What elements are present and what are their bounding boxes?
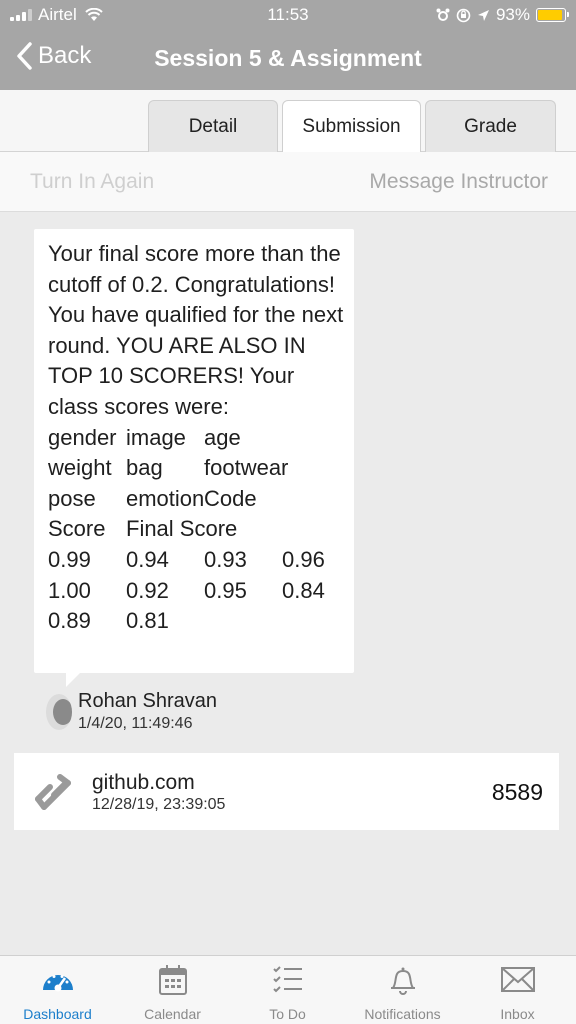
score-cell: 0.95	[204, 577, 247, 603]
avatar[interactable]	[46, 694, 72, 730]
score-cell: 1.00	[48, 577, 91, 603]
score-cell: 0.99	[48, 546, 91, 572]
score-cell: age	[204, 424, 241, 450]
battery-percent: 93%	[495, 5, 530, 24]
inbox-icon	[500, 967, 535, 992]
calendar-icon	[158, 965, 187, 995]
bottom-tab-bar: Dashboard Calendar To Do Notifications I…	[0, 955, 576, 1024]
score-cell	[282, 514, 360, 545]
score-cell	[282, 606, 360, 637]
tab-label: Calendar	[144, 1006, 201, 1022]
score-cell: 0.84	[282, 577, 325, 603]
score-cell: footwear	[204, 455, 289, 481]
score-cell: 0.92	[126, 577, 169, 603]
tab-label: Inbox	[500, 1006, 535, 1022]
score-cell: gender	[48, 424, 117, 450]
score-cell	[282, 423, 360, 454]
todo-icon	[272, 966, 302, 993]
score-cell: 0.89	[48, 608, 91, 634]
score-cell	[282, 484, 360, 515]
score-cell: emotion	[126, 485, 205, 511]
page-title: Session 5 & Assignment	[154, 45, 422, 71]
bell-icon	[390, 967, 415, 995]
score-cell: 0.96	[282, 546, 325, 572]
score-cell: 0.81	[126, 608, 169, 634]
tabs-area: Detail Submission Grade	[0, 90, 576, 153]
tab-dashboard[interactable]: Dashboard	[0, 956, 115, 1024]
score-cell: Code	[204, 485, 257, 511]
score-grid: gender image age weight bag footwear pose emoti…	[48, 423, 354, 637]
link-attachment[interactable]: github.com 12/28/19, 23:39:05 8589	[14, 753, 559, 830]
tab-detail[interactable]: Detail	[148, 100, 278, 152]
score-cell: 0.93	[204, 546, 247, 572]
navigation-bar: Back Session 5 & Assignment	[0, 30, 576, 90]
battery-icon	[536, 8, 569, 22]
message-instructor-button[interactable]: Message Instructor	[369, 170, 548, 194]
score-cell: weight	[48, 455, 112, 481]
tab-inbox[interactable]: Inbox	[460, 956, 575, 1024]
link-icon	[35, 774, 71, 810]
tab-label: Dashboard	[23, 1006, 92, 1022]
score-cell	[282, 453, 360, 484]
score-cell	[204, 606, 282, 637]
link-timestamp: 12/28/19, 23:39:05	[92, 796, 226, 813]
status-right: 93%	[436, 5, 569, 25]
score-cell: Score	[48, 516, 106, 542]
score-cell: pose	[48, 485, 96, 511]
tab-todo[interactable]: To Do	[230, 956, 345, 1024]
status-bar: Airtel 11:53 93%	[0, 0, 576, 30]
score-cell	[204, 514, 282, 545]
rotation-lock-icon	[456, 8, 471, 22]
turn-in-again-button[interactable]: Turn In Again	[30, 170, 154, 194]
tab-submission[interactable]: Submission	[282, 100, 421, 153]
author-name: Rohan Shravan	[78, 690, 217, 712]
score-cell: bag	[126, 455, 163, 481]
score-cell: Final Score	[126, 516, 238, 542]
score-cell: 0.94	[126, 546, 169, 572]
comment-message: Your final score more than the cutoff of…	[48, 241, 344, 419]
app-header: Airtel 11:53 93% Back Session 5 & Assign…	[0, 0, 576, 90]
alarm-icon	[436, 8, 450, 21]
comment-timestamp: 1/4/20, 11:49:46	[78, 715, 193, 732]
location-icon	[477, 9, 489, 21]
tab-grade[interactable]: Grade	[425, 100, 556, 152]
battery-fill	[538, 10, 563, 20]
tab-label: Notifications	[364, 1006, 441, 1022]
tab-label: To Do	[269, 1006, 306, 1022]
tab-notifications[interactable]: Notifications	[345, 956, 460, 1024]
link-title: github.com	[92, 771, 195, 794]
comment-bubble: Your final score more than the cutoff of…	[34, 229, 354, 687]
actions-row: Turn In Again Message Instructor	[0, 152, 576, 212]
score-cell: image	[126, 424, 186, 450]
link-value: 8589	[491, 779, 543, 805]
dashboard-icon	[42, 975, 73, 992]
tab-calendar[interactable]: Calendar	[115, 956, 230, 1024]
